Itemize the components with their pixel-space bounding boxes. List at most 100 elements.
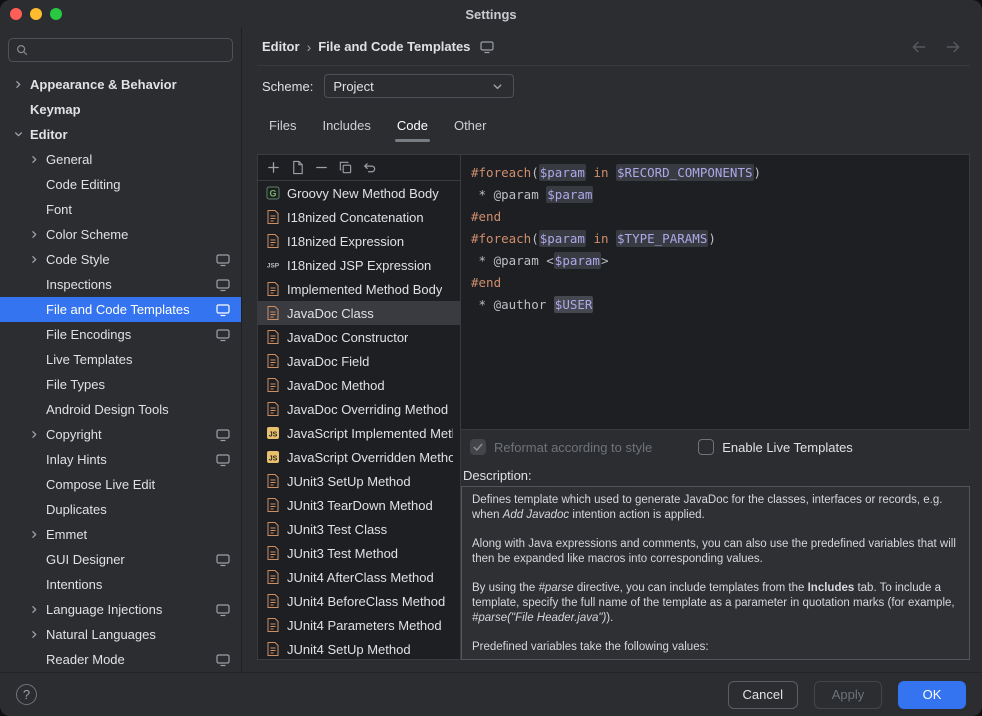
chevron-right-icon[interactable] xyxy=(26,627,42,643)
sidebar-item-inspections[interactable]: Inspections xyxy=(0,272,241,297)
sidebar-item-compose-live-edit[interactable]: Compose Live Edit xyxy=(0,472,241,497)
sidebar-item-live-templates[interactable]: Live Templates xyxy=(0,347,241,372)
sidebar-item-language-injections[interactable]: Language Injections xyxy=(0,597,241,622)
add-button[interactable] xyxy=(263,157,284,178)
remove-button[interactable] xyxy=(311,157,332,178)
sidebar-item-natural-languages[interactable]: Natural Languages xyxy=(0,622,241,647)
editor-options-row: Reformat according to style Enable Live … xyxy=(461,430,970,464)
create-child-button[interactable] xyxy=(287,157,308,178)
close-button[interactable] xyxy=(10,8,22,20)
svg-text:JS: JS xyxy=(269,456,278,463)
template-item-junit4-afterclass-method[interactable]: JUnit4 AfterClass Method xyxy=(258,565,460,589)
sidebar-item-code-style[interactable]: Code Style xyxy=(0,247,241,272)
chevron-right-icon[interactable] xyxy=(26,227,42,243)
template-item-javadoc-class[interactable]: JavaDoc Class xyxy=(258,301,460,325)
forward-button[interactable] xyxy=(944,38,962,56)
help-button[interactable]: ? xyxy=(16,684,37,705)
search-box[interactable] xyxy=(8,38,233,62)
chevron-spacer xyxy=(26,202,42,218)
tab-includes[interactable]: Includes xyxy=(312,111,380,142)
template-item-implemented-method-body[interactable]: Implemented Method Body xyxy=(258,277,460,301)
sidebar-item-file-types[interactable]: File Types xyxy=(0,372,241,397)
template-item-label: I18nized JSP Expression xyxy=(287,258,431,273)
sidebar-item-label: Code Style xyxy=(44,252,110,267)
sidebar-item-font[interactable]: Font xyxy=(0,197,241,222)
description-box[interactable]: Defines template which used to generate … xyxy=(461,486,970,660)
back-button[interactable] xyxy=(910,38,928,56)
template-item-i18nized-concatenation[interactable]: I18nized Concatenation xyxy=(258,205,460,229)
scheme-select[interactable]: Project xyxy=(324,74,514,98)
sidebar-item-appearance-behavior[interactable]: Appearance & Behavior xyxy=(0,72,241,97)
reset-button[interactable] xyxy=(359,157,380,178)
apply-button[interactable]: Apply xyxy=(814,681,882,709)
chevron-right-icon[interactable] xyxy=(26,427,42,443)
template-editor[interactable]: #foreach($param in $RECORD_COMPONENTS) *… xyxy=(461,154,970,430)
sidebar-item-inlay-hints[interactable]: Inlay Hints xyxy=(0,447,241,472)
template-item-i18nized-expression[interactable]: I18nized Expression xyxy=(258,229,460,253)
template-item-label: JUnit4 Parameters Method xyxy=(287,618,442,633)
template-item-junit3-setup-method[interactable]: JUnit3 SetUp Method xyxy=(258,469,460,493)
sidebar-item-editor[interactable]: Editor xyxy=(0,122,241,147)
code-text: #end xyxy=(471,275,501,290)
template-item-groovy-new-method-body[interactable]: GGroovy New Method Body xyxy=(258,181,460,205)
template-item-javascript-implemented-method[interactable]: JSJavaScript Implemented Method xyxy=(258,421,460,445)
history-nav xyxy=(910,38,962,56)
breadcrumb-separator-icon: › xyxy=(307,39,312,55)
tab-code[interactable]: Code xyxy=(387,111,438,142)
sidebar-item-keymap[interactable]: Keymap xyxy=(0,97,241,122)
template-item-label: JUnit4 AfterClass Method xyxy=(287,570,434,585)
template-item-junit4-setup-method[interactable]: JUnit4 SetUp Method xyxy=(258,637,460,659)
tab-other[interactable]: Other xyxy=(444,111,497,142)
chevron-right-icon[interactable] xyxy=(26,252,42,268)
ok-button[interactable]: OK xyxy=(898,681,966,709)
reformat-checkbox: Reformat according to style xyxy=(470,439,652,455)
search-input[interactable] xyxy=(34,43,226,58)
sidebar-item-label: Emmet xyxy=(44,527,87,542)
template-item-junit3-test-class[interactable]: JUnit3 Test Class xyxy=(258,517,460,541)
template-item-javadoc-overriding-method[interactable]: JavaDoc Overriding Method xyxy=(258,397,460,421)
chevron-right-icon[interactable] xyxy=(26,152,42,168)
chevron-down-icon[interactable] xyxy=(10,127,26,143)
template-file-icon xyxy=(265,305,281,321)
copy-button[interactable] xyxy=(335,157,356,178)
sidebar-item-intentions[interactable]: Intentions xyxy=(0,572,241,597)
template-item-javascript-overridden-method[interactable]: JSJavaScript Overridden Method xyxy=(258,445,460,469)
chevron-spacer xyxy=(26,277,42,293)
template-item-javadoc-method[interactable]: JavaDoc Method xyxy=(258,373,460,397)
template-item-junit3-test-method[interactable]: JUnit3 Test Method xyxy=(258,541,460,565)
sidebar-item-code-editing[interactable]: Code Editing xyxy=(0,172,241,197)
sidebar-item-label: Android Design Tools xyxy=(44,402,169,417)
sidebar-item-duplicates[interactable]: Duplicates xyxy=(0,497,241,522)
sidebar-item-gui-designer[interactable]: GUI Designer xyxy=(0,547,241,572)
minimize-button[interactable] xyxy=(30,8,42,20)
template-item-junit3-teardown-method[interactable]: JUnit3 TearDown Method xyxy=(258,493,460,517)
template-item-javadoc-field[interactable]: JavaDoc Field xyxy=(258,349,460,373)
chevron-right-icon[interactable] xyxy=(26,527,42,543)
sidebar-item-general[interactable]: General xyxy=(0,147,241,172)
template-item-i18nized-jsp-expression[interactable]: JSPI18nized JSP Expression xyxy=(258,253,460,277)
enable-live-templates-checkbox[interactable]: Enable Live Templates xyxy=(698,439,853,455)
tab-files[interactable]: Files xyxy=(259,111,306,142)
sidebar-item-label: Appearance & Behavior xyxy=(28,77,177,92)
chevron-spacer xyxy=(26,302,42,318)
sidebar-item-android-design-tools[interactable]: Android Design Tools xyxy=(0,397,241,422)
code-line: #end xyxy=(471,272,959,294)
sidebar-item-file-and-code-templates[interactable]: File and Code Templates xyxy=(0,297,241,322)
chevron-right-icon[interactable] xyxy=(26,602,42,618)
sidebar-item-reader-mode[interactable]: Reader Mode xyxy=(0,647,241,672)
zoom-button[interactable] xyxy=(50,8,62,20)
chevron-right-icon[interactable] xyxy=(10,77,26,93)
template-item-junit4-parameters-method[interactable]: JUnit4 Parameters Method xyxy=(258,613,460,637)
template-item-junit4-beforeclass-method[interactable]: JUnit4 BeforeClass Method xyxy=(258,589,460,613)
chevron-spacer xyxy=(26,352,42,368)
sidebar-item-copyright[interactable]: Copyright xyxy=(0,422,241,447)
cancel-button[interactable]: Cancel xyxy=(728,681,798,709)
sidebar-item-emmet[interactable]: Emmet xyxy=(0,522,241,547)
template-item-label: JavaDoc Field xyxy=(287,354,369,369)
sidebar-item-file-encodings[interactable]: File Encodings xyxy=(0,322,241,347)
sidebar-item-color-scheme[interactable]: Color Scheme xyxy=(0,222,241,247)
template-item-label: JavaDoc Constructor xyxy=(287,330,408,345)
template-item-javadoc-constructor[interactable]: JavaDoc Constructor xyxy=(258,325,460,349)
template-file-icon xyxy=(265,401,281,417)
breadcrumb-editor[interactable]: Editor xyxy=(262,39,300,54)
